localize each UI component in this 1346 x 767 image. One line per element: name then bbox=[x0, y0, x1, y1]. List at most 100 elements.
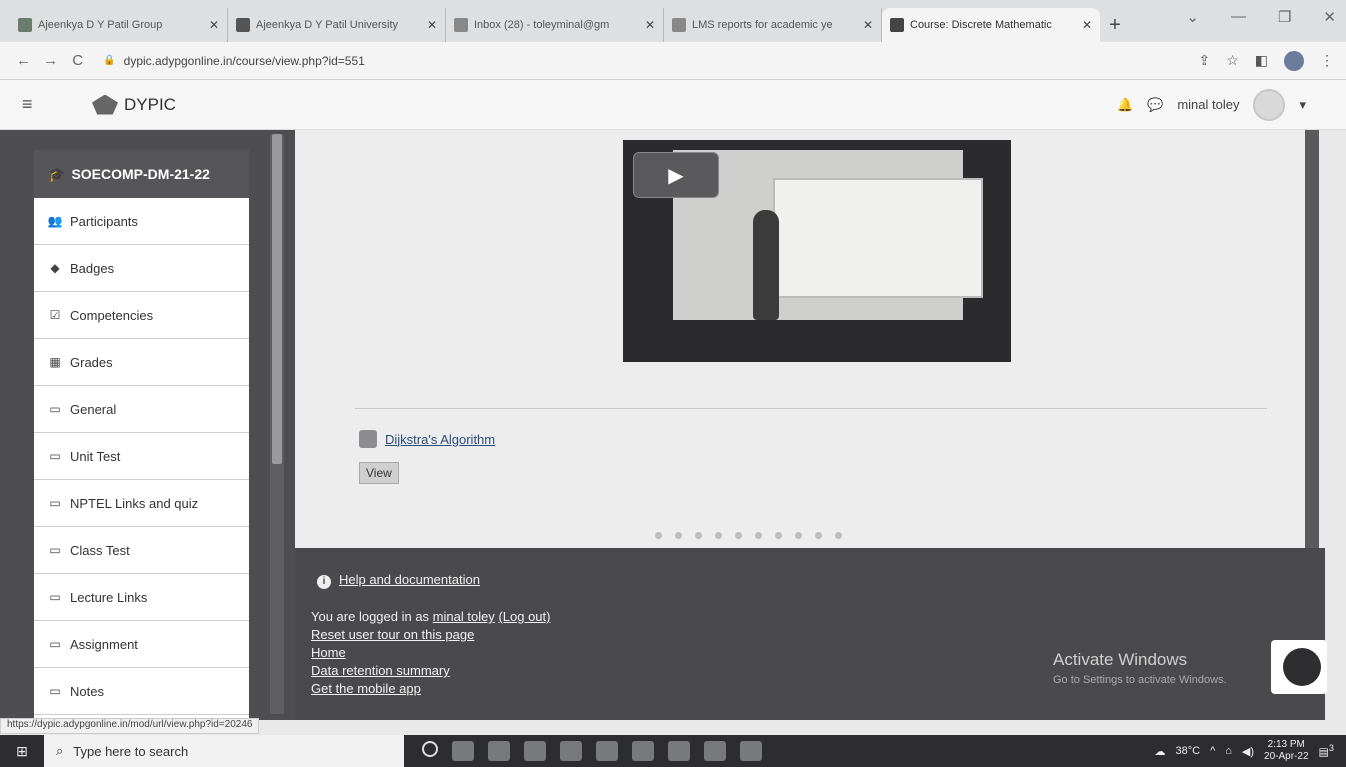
notification-center-icon[interactable]: ▤3 bbox=[1319, 743, 1335, 759]
browser-tab[interactable]: Ajeenkya D Y Patil Group ✕ bbox=[10, 8, 228, 42]
nav-item-nptel[interactable]: ▭ NPTEL Links and quiz bbox=[34, 480, 249, 527]
folder-icon: ▭ bbox=[49, 496, 61, 510]
reset-tour-link[interactable]: Reset user tour on this page bbox=[311, 627, 474, 642]
folder-icon: ▭ bbox=[49, 590, 61, 604]
tab-title: Ajeenkya D Y Patil Group bbox=[38, 19, 163, 31]
new-tab-button[interactable]: + bbox=[1100, 8, 1130, 42]
activity-url-resource[interactable]: Dijkstra's Algorithm bbox=[359, 430, 495, 448]
notification-count: 3 bbox=[1328, 743, 1334, 754]
moodle-icon bbox=[890, 18, 904, 32]
forward-icon[interactable]: → bbox=[39, 52, 62, 69]
network-icon[interactable]: ⌂ bbox=[1225, 745, 1232, 757]
nav-item-grades[interactable]: ▦ Grades bbox=[34, 339, 249, 386]
sidepanel-icon[interactable]: ◧ bbox=[1255, 52, 1268, 69]
weather-icon[interactable]: ☁ bbox=[1155, 745, 1166, 758]
video-player[interactable]: ▶ bbox=[623, 140, 1011, 362]
url-field[interactable]: 🔒 dypic.adypgonline.in/course/view.php?i… bbox=[103, 47, 1198, 75]
browser-tab-active[interactable]: Course: Discrete Mathematic ✕ bbox=[882, 8, 1100, 42]
floating-action-button[interactable] bbox=[1271, 640, 1327, 694]
profile-link[interactable]: minal toley bbox=[433, 609, 495, 624]
folder-icon: ▭ bbox=[49, 402, 61, 416]
browser-tab[interactable]: LMS reports for academic ye ✕ bbox=[664, 8, 882, 42]
maximize-icon[interactable]: ❐ bbox=[1278, 8, 1291, 26]
word-icon[interactable] bbox=[740, 741, 762, 761]
menu-kebab-icon[interactable]: ⋮ bbox=[1320, 52, 1334, 69]
close-tab-icon[interactable]: ✕ bbox=[427, 18, 437, 32]
app-icon[interactable] bbox=[524, 741, 546, 761]
nav-item-assignment[interactable]: ▭ Assignment bbox=[34, 621, 249, 668]
dot bbox=[835, 532, 842, 539]
home-link[interactable]: Home bbox=[311, 645, 346, 660]
help-docs[interactable]: i Help and documentation bbox=[317, 572, 480, 589]
dot bbox=[675, 532, 682, 539]
link-hover-status: https://dypic.adypgonline.in/mod/url/vie… bbox=[0, 718, 260, 734]
tab-search-icon[interactable]: ⌄ bbox=[1186, 8, 1199, 26]
mail-icon[interactable] bbox=[596, 741, 618, 761]
close-window-icon[interactable]: ✕ bbox=[1323, 8, 1336, 26]
hamburger-menu-icon[interactable]: ≡ bbox=[22, 94, 58, 115]
drawer-scrollbar[interactable] bbox=[270, 134, 284, 714]
nav-item-badges[interactable]: ◆ Badges bbox=[34, 245, 249, 292]
messages-icon[interactable]: 💬 bbox=[1147, 97, 1163, 113]
cortana-icon[interactable] bbox=[422, 741, 438, 757]
chrome-icon[interactable] bbox=[632, 741, 654, 761]
logout-link[interactable]: (Log out) bbox=[498, 609, 550, 624]
browser-tab[interactable]: Inbox (28) - toleyminal@gm ✕ bbox=[446, 8, 664, 42]
folder-icon: ▭ bbox=[49, 449, 61, 463]
site-brand[interactable]: DYPIC bbox=[92, 94, 176, 115]
tray-chevron-icon[interactable]: ^ bbox=[1210, 745, 1215, 757]
address-bar-row: ← → C 🔒 dypic.adypgonline.in/course/view… bbox=[0, 42, 1346, 80]
notification-bell-icon[interactable]: 🔔 bbox=[1117, 97, 1133, 113]
chat-bubble-icon bbox=[1283, 648, 1321, 686]
mobile-app-link[interactable]: Get the mobile app bbox=[311, 681, 421, 696]
user-avatar[interactable] bbox=[1253, 88, 1286, 121]
nav-item-lecture-links[interactable]: ▭ Lecture Links bbox=[34, 574, 249, 621]
view-button[interactable]: View bbox=[359, 462, 399, 484]
store-icon[interactable] bbox=[560, 741, 582, 761]
nav-item-class-test[interactable]: ▭ Class Test bbox=[34, 527, 249, 574]
clock[interactable]: 2:13 PM 20-Apr-22 bbox=[1264, 739, 1308, 763]
bookmark-star-icon[interactable]: ☆ bbox=[1226, 52, 1239, 69]
close-tab-icon[interactable]: ✕ bbox=[863, 18, 873, 32]
resource-link[interactable]: Dijkstra's Algorithm bbox=[385, 432, 495, 447]
task-view-icon[interactable] bbox=[452, 741, 474, 761]
data-retention-link[interactable]: Data retention summary bbox=[311, 663, 450, 678]
nav-item-participants[interactable]: 👥 Participants bbox=[34, 198, 249, 245]
nav-item-unit-test[interactable]: ▭ Unit Test bbox=[34, 433, 249, 480]
nav-item-general[interactable]: ▭ General bbox=[34, 386, 249, 433]
user-name[interactable]: minal toley bbox=[1177, 97, 1239, 112]
course-shortname-link[interactable]: 🎓 SOECOMP-DM-21-22 bbox=[34, 150, 249, 198]
close-tab-icon[interactable]: ✕ bbox=[1082, 18, 1092, 32]
temperature[interactable]: 38°C bbox=[1176, 745, 1201, 757]
close-tab-icon[interactable]: ✕ bbox=[209, 18, 219, 32]
time: 2:13 PM bbox=[1267, 739, 1305, 750]
reload-icon[interactable]: C bbox=[66, 52, 89, 69]
date: 20-Apr-22 bbox=[1264, 751, 1309, 762]
nav-item-competencies[interactable]: ☑ Competencies bbox=[34, 292, 249, 339]
browser-tab[interactable]: Ajeenkya D Y Patil University ✕ bbox=[228, 8, 446, 42]
user-menu-caret-icon[interactable]: ▾ bbox=[1299, 97, 1306, 113]
course-shortname: SOECOMP-DM-21-22 bbox=[71, 166, 210, 182]
teams-icon[interactable] bbox=[704, 741, 726, 761]
nav-item-notes[interactable]: ▭ Notes bbox=[34, 668, 249, 715]
content-scrollbar[interactable] bbox=[1305, 130, 1319, 550]
edge-icon[interactable] bbox=[488, 741, 510, 761]
windows-taskbar: ⊞ ⌕ Type here to search ☁ 38°C ^ ⌂ ◀) 2:… bbox=[0, 735, 1346, 767]
play-button[interactable]: ▶ bbox=[633, 152, 719, 198]
taskbar-search[interactable]: ⌕ Type here to search bbox=[44, 735, 404, 767]
share-icon[interactable]: ⇪ bbox=[1198, 52, 1210, 69]
app-icon[interactable] bbox=[668, 741, 690, 761]
search-placeholder: Type here to search bbox=[73, 743, 189, 759]
back-icon[interactable]: ← bbox=[12, 52, 35, 69]
nav-item-label: Unit Test bbox=[70, 448, 121, 464]
windows-start-icon[interactable]: ⊞ bbox=[0, 743, 44, 760]
play-icon: ▶ bbox=[668, 164, 684, 187]
close-tab-icon[interactable]: ✕ bbox=[645, 18, 655, 32]
volume-icon[interactable]: ◀) bbox=[1242, 745, 1254, 758]
scrollbar-thumb[interactable] bbox=[272, 134, 282, 464]
profile-avatar[interactable] bbox=[1284, 50, 1305, 71]
nav-item-label: Class Test bbox=[70, 542, 130, 558]
tab-title: Ajeenkya D Y Patil University bbox=[256, 19, 399, 31]
help-link[interactable]: Help and documentation bbox=[339, 572, 480, 587]
minimize-icon[interactable]: — bbox=[1231, 8, 1246, 26]
